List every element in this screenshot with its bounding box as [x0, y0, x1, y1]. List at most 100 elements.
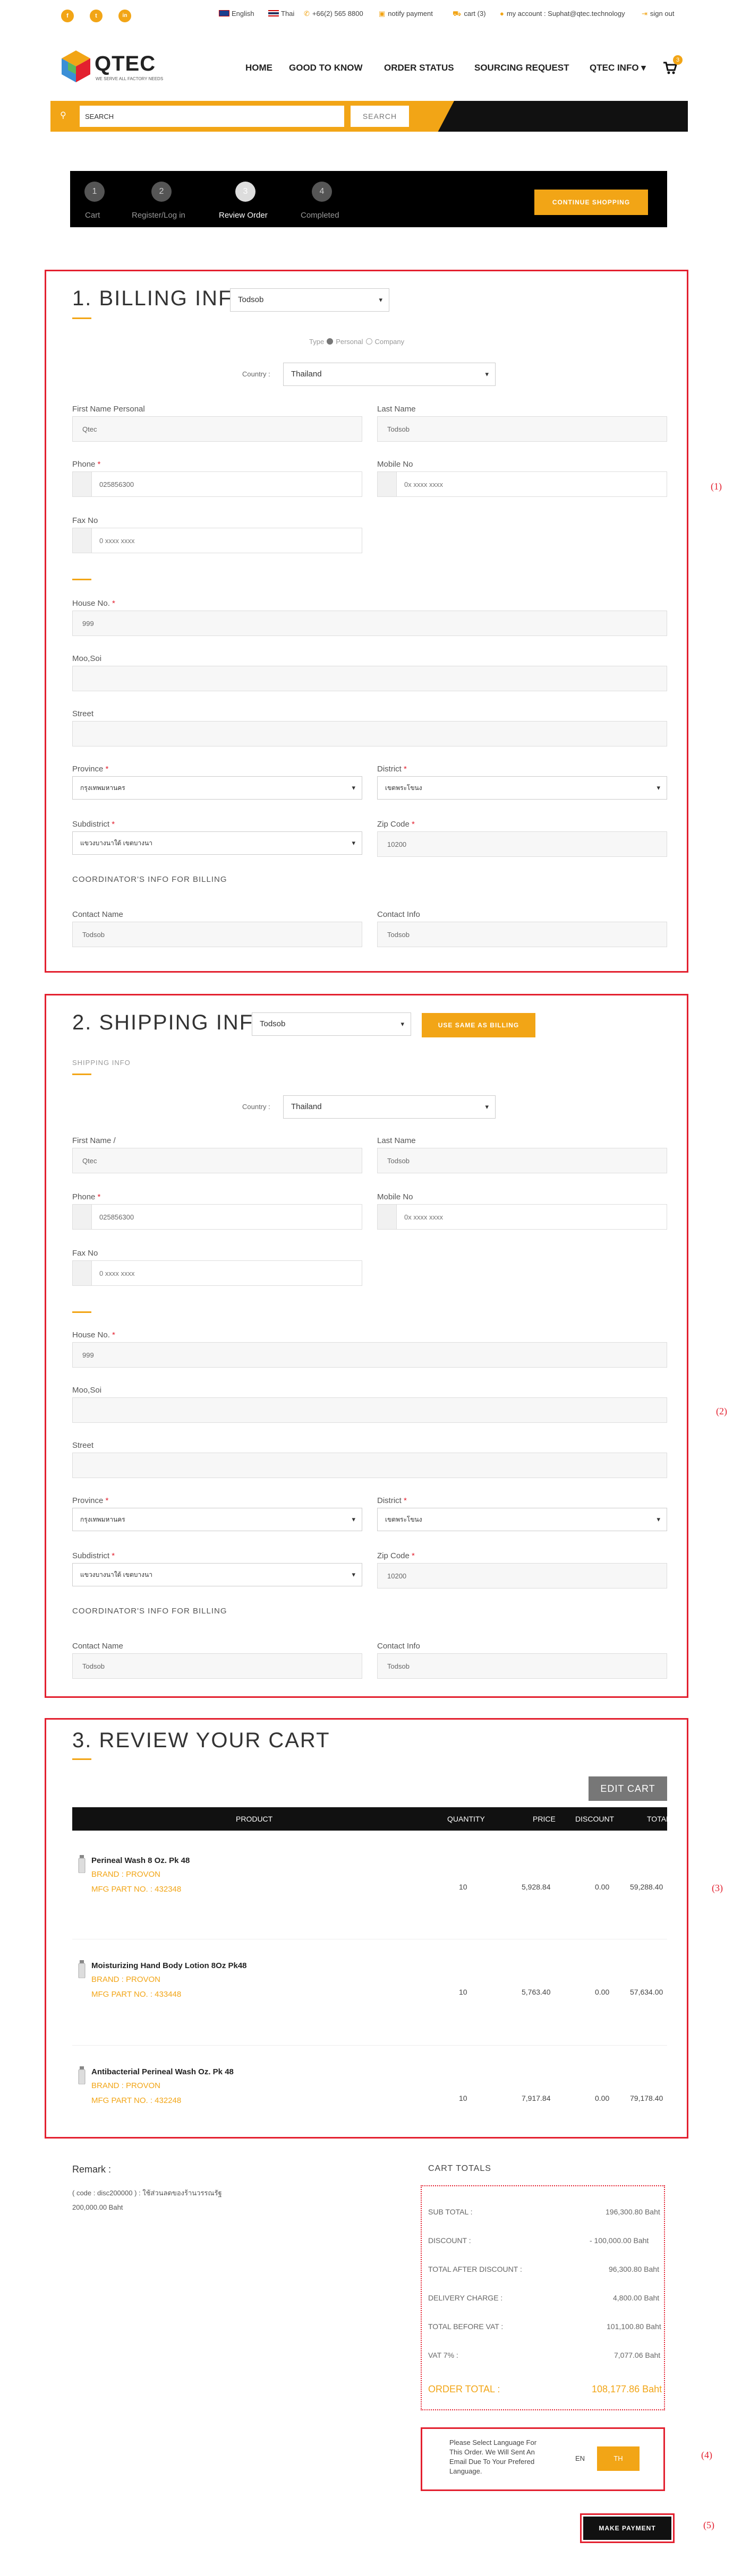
search-button[interactable]: SEARCH [351, 106, 409, 127]
my-account-link[interactable]: ● my account : Suphat@qtec.technology [500, 10, 625, 18]
shipping-house-input[interactable] [72, 1342, 667, 1368]
order-total-label: ORDER TOTAL : [428, 2384, 500, 2394]
shipping-fax-field [72, 1260, 362, 1286]
billing-first-name-input[interactable] [72, 416, 362, 442]
billing-type: Type Personal Company [309, 338, 405, 346]
lang-thai[interactable]: Thai [268, 10, 294, 18]
shipping-country-select[interactable]: Thailand [283, 1095, 496, 1119]
step-4-label: Completed [301, 211, 339, 220]
facebook-icon[interactable]: f [61, 10, 74, 22]
notify-payment-link[interactable]: ▣ notify payment [379, 10, 433, 18]
billing-district-select[interactable]: เขตพระโขนง [377, 776, 667, 800]
cart-item-name[interactable]: Perineal Wash 8 Oz. Pk 48 [91, 1856, 190, 1865]
billing-subdistrict-label: Subdistrict * [72, 820, 115, 829]
billing-fax-field [72, 528, 362, 553]
billing-mobile-input[interactable] [400, 472, 655, 496]
billing-country-label: Country : [242, 370, 270, 378]
billing-subdistrict-select[interactable]: แขวงบางนาใต้ เขตบางนา [72, 831, 362, 855]
cart-item-mfg: MFG PART NO. : 432248 [91, 2096, 182, 2105]
nav-good-to-know[interactable]: GOOD TO KNOW [289, 63, 363, 73]
cart-item-mfg: MFG PART NO. : 432348 [91, 1885, 182, 1894]
billing-phone-label: Phone * [72, 460, 101, 469]
shipping-moo-input[interactable] [72, 1397, 667, 1423]
use-same-as-billing-button[interactable]: USE SAME AS BILLING [422, 1013, 535, 1037]
billing-country-select[interactable]: Thailand [283, 363, 496, 386]
billing-province-select[interactable]: กรุงเทพมหานคร [72, 776, 362, 800]
billing-contact-name-input[interactable] [72, 922, 362, 947]
billing-house-input[interactable] [72, 611, 667, 636]
shipping-province-select[interactable]: กรุงเทพมหานคร [72, 1508, 362, 1531]
twitter-icon[interactable]: t [90, 10, 103, 22]
cart-item-total: 59,288.40 [630, 1883, 663, 1891]
remark-line-1: ( code : disc200000 ) : ใช้ส่วนลดของร้าน… [72, 2189, 222, 2197]
shipping-address-select[interactable]: Todsob [252, 1012, 411, 1036]
shipping-first-name-input[interactable] [72, 1148, 362, 1173]
shipping-phone-input[interactable] [95, 1205, 350, 1229]
product-thumbnail[interactable] [78, 1960, 86, 1978]
cart-item-price: 5,928.84 [522, 1883, 551, 1891]
total-row-label: SUB TOTAL : [428, 2208, 473, 2216]
cart-item-price: 7,917.84 [522, 2094, 551, 2102]
cart-item-name[interactable]: Antibacterial Perineal Wash Oz. Pk 48 [91, 2067, 234, 2076]
search-input[interactable] [80, 106, 344, 127]
sign-out-link[interactable]: ⇥ sign out [642, 10, 674, 18]
cart-item-total: 79,178.40 [630, 2094, 663, 2102]
edit-cart-button[interactable]: EDIT CART [589, 1776, 667, 1801]
step-1-label: Cart [85, 211, 100, 220]
linkedin-icon[interactable]: in [118, 10, 131, 22]
product-thumbnail[interactable] [78, 1855, 86, 1873]
shipping-contact-name-label: Contact Name [72, 1642, 123, 1651]
type-company-radio[interactable] [365, 338, 372, 345]
phone-link[interactable]: ✆ +66(2) 565 8800 [304, 10, 363, 18]
billing-last-name-input[interactable] [377, 416, 667, 442]
th-price: PRICE [533, 1815, 556, 1823]
shipping-subdistrict-select[interactable]: แขวงบางนาใต้ เขตบางนา [72, 1563, 362, 1586]
continue-shopping-button[interactable]: CONTINUE SHOPPING [534, 190, 648, 215]
shipping-contact-name-input[interactable] [72, 1653, 362, 1679]
type-personal-radio[interactable] [327, 338, 334, 345]
shipping-zip-input[interactable] [377, 1563, 667, 1588]
cart-item-qty: 10 [459, 1988, 467, 1996]
shipping-last-name-input[interactable] [377, 1148, 667, 1173]
shipping-district-select[interactable]: เขตพระโขนง [377, 1508, 667, 1531]
shipping-fax-input[interactable] [95, 1261, 350, 1285]
billing-address-divider [72, 579, 91, 580]
step-1-circle: 1 [84, 182, 105, 202]
thai-flag-icon [268, 10, 279, 16]
billing-last-label: Last Name [377, 405, 416, 414]
billing-district-label: District * [377, 765, 407, 774]
search-icon: ⚲ [60, 111, 66, 120]
lang-english[interactable]: English [219, 10, 254, 18]
nav-sourcing-request[interactable]: SOURCING REQUEST [474, 63, 569, 73]
billing-street-input[interactable] [72, 721, 667, 746]
product-thumbnail[interactable] [78, 2066, 86, 2084]
total-row-value: 101,100.80 Baht [607, 2322, 661, 2331]
nav-qtec-info[interactable]: QTEC INFO ▾ [590, 63, 646, 73]
shipping-street-label: Street [72, 1441, 94, 1450]
cart-item-total: 57,634.00 [630, 1988, 663, 1996]
total-row-label: VAT 7% : [428, 2351, 458, 2359]
billing-address-select[interactable]: Todsob [230, 288, 389, 312]
billing-moo-input[interactable] [72, 666, 667, 691]
lang-en-option[interactable]: EN [569, 2446, 591, 2471]
lang-th-option[interactable]: TH [597, 2446, 640, 2471]
total-row-value: 4,800.00 Baht [613, 2294, 660, 2302]
cart-link[interactable]: ⛟ cart (3) [453, 10, 486, 19]
nav-order-status[interactable]: ORDER STATUS [384, 63, 454, 73]
shipping-street-input[interactable] [72, 1453, 667, 1478]
billing-contact-info-input[interactable] [377, 922, 667, 947]
billing-phone-input[interactable] [95, 472, 350, 496]
shipping-contact-info-input[interactable] [377, 1653, 667, 1679]
billing-contact-info-label: Contact Info [377, 910, 420, 919]
nav-home[interactable]: HOME [245, 63, 272, 73]
qtec-logo[interactable]: QTEC WE SERVE ALL FACTORY NEEDS [57, 48, 169, 86]
billing-moo-label: Moo,Soi [72, 654, 102, 663]
make-payment-button[interactable]: MAKE PAYMENT [583, 2517, 671, 2540]
row-divider [72, 2045, 667, 2046]
total-row-label: TOTAL BEFORE VAT : [428, 2322, 504, 2331]
cart-item-name[interactable]: Moisturizing Hand Body Lotion 8Oz Pk48 [91, 1961, 247, 1970]
billing-fax-input[interactable] [95, 528, 350, 553]
logo-tagline: WE SERVE ALL FACTORY NEEDS [96, 76, 164, 81]
shipping-mobile-input[interactable] [400, 1205, 655, 1229]
billing-zip-input[interactable] [377, 831, 667, 857]
